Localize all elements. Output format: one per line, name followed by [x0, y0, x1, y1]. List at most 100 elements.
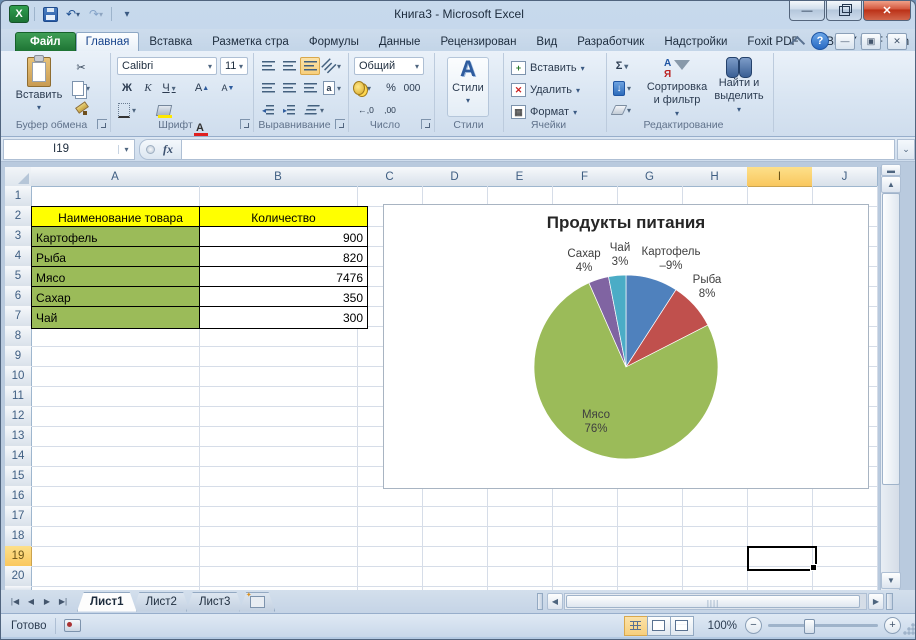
align-left-button[interactable]	[258, 79, 278, 97]
resize-grip[interactable]	[903, 623, 915, 635]
workbook-close-button[interactable]: ✕	[887, 33, 907, 50]
decrease-indent-button[interactable]: ◂	[258, 101, 278, 119]
restore-button[interactable]	[826, 1, 862, 21]
horizontal-scroll-thumb[interactable]: ||||	[566, 595, 860, 608]
vertical-scroll-thumb[interactable]	[882, 193, 900, 485]
row-header-10[interactable]: 10	[5, 366, 32, 387]
scroll-up-button[interactable]: ▲	[881, 176, 901, 193]
grow-font-button[interactable]: А▲	[192, 79, 212, 97]
increase-decimal-button[interactable]: ←,0	[356, 101, 376, 119]
workbook-restore-button[interactable]: ▣	[861, 33, 881, 50]
row-header-20[interactable]: 20	[5, 566, 32, 587]
help-button[interactable]: ?	[811, 32, 829, 50]
sheet-tab-list2[interactable]: Лист2	[133, 592, 190, 612]
row-header-6[interactable]: 6	[5, 286, 32, 307]
copy-button[interactable]	[71, 79, 91, 97]
zoom-out-button[interactable]: −	[745, 617, 762, 634]
sheet-tab-list1[interactable]: Лист1	[77, 592, 137, 612]
column-header-G[interactable]: G	[617, 167, 683, 187]
zoom-in-button[interactable]: +	[884, 617, 901, 634]
tab-developer[interactable]: Разработчик	[567, 32, 654, 51]
alignment-dialog-launcher[interactable]	[335, 119, 345, 129]
row-header-18[interactable]: 18	[5, 526, 32, 547]
table-cell-value[interactable]: 300	[199, 306, 368, 329]
sheet-tab-list3[interactable]: Лист3	[186, 592, 243, 612]
tab-file[interactable]: Файл	[15, 32, 76, 51]
align-bottom-button[interactable]	[300, 57, 320, 75]
autosum-button[interactable]: Σ	[612, 57, 632, 75]
orientation-button[interactable]	[322, 57, 342, 75]
italic-button[interactable]: К	[138, 79, 158, 97]
pie-label-Чай[interactable]: Чай3%	[610, 241, 630, 269]
row-header-16[interactable]: 16	[5, 486, 32, 507]
tab-split-handle[interactable]	[537, 593, 543, 610]
column-header-I[interactable]: I	[747, 167, 813, 187]
font-name-select[interactable]: Calibri	[117, 57, 217, 75]
workbook-minimize-button[interactable]: —	[835, 33, 855, 50]
fx-button[interactable]: fx	[163, 142, 173, 157]
tab-data[interactable]: Данные	[369, 32, 431, 51]
tab-home[interactable]: Главная	[76, 32, 140, 51]
normal-view-button[interactable]	[624, 616, 648, 636]
zoom-slider-thumb[interactable]	[804, 619, 815, 634]
increase-indent-button[interactable]: ▸	[279, 101, 299, 119]
borders-button[interactable]	[117, 101, 137, 119]
insert-sheet-button[interactable]	[239, 592, 275, 612]
row-header-11[interactable]: 11	[5, 386, 32, 407]
fill-button[interactable]: ↓	[612, 79, 632, 97]
next-sheet-button[interactable]: ▶	[39, 593, 55, 610]
zoom-slider-track[interactable]	[768, 624, 878, 627]
row-header-2[interactable]: 2	[5, 206, 32, 227]
name-box[interactable]: I19 ▾	[3, 139, 135, 160]
column-header-D[interactable]: D	[422, 167, 488, 187]
select-all-corner[interactable]	[5, 167, 32, 187]
last-sheet-button[interactable]: ▶|	[55, 593, 71, 610]
row-header-5[interactable]: 5	[5, 266, 32, 287]
row-header-17[interactable]: 17	[5, 506, 32, 527]
insert-cells-button[interactable]: +Вставить▾	[511, 58, 585, 78]
merge-center-button[interactable]: a	[322, 79, 342, 97]
formula-input[interactable]	[182, 139, 895, 160]
font-dialog-launcher[interactable]	[240, 119, 250, 129]
pie-label-Рыба[interactable]: Рыба8%	[693, 273, 722, 301]
macro-record-icon[interactable]	[64, 619, 81, 632]
find-select-button[interactable]: Найти и выделить▾	[710, 57, 768, 116]
active-cell-selection[interactable]	[747, 546, 817, 571]
number-format-select[interactable]: Общий	[354, 57, 424, 75]
row-header-19[interactable]: 19	[5, 546, 32, 567]
row-header-13[interactable]: 13	[5, 426, 32, 447]
decrease-decimal-button[interactable]: ,00	[380, 101, 400, 119]
column-header-J[interactable]: J	[812, 167, 878, 187]
styles-button[interactable]: A Стили ▾	[447, 57, 489, 117]
pie-label-Сахар[interactable]: Сахар4%	[567, 247, 600, 275]
pie-label-Мясо[interactable]: Мясо76%	[582, 408, 610, 436]
clear-button[interactable]	[612, 101, 632, 119]
row-header-1[interactable]: 1	[5, 186, 32, 207]
column-header-B[interactable]: B	[199, 167, 358, 187]
row-header-3[interactable]: 3	[5, 226, 32, 247]
row-header-9[interactable]: 9	[5, 346, 32, 367]
align-center-button[interactable]	[279, 79, 299, 97]
row-header-15[interactable]: 15	[5, 466, 32, 487]
percent-style-button[interactable]: %	[381, 79, 401, 97]
tab-formulas[interactable]: Формулы	[299, 32, 369, 51]
tab-review[interactable]: Рецензирован	[430, 32, 526, 51]
format-painter-button[interactable]	[71, 100, 91, 118]
row-header-8[interactable]: 8	[5, 326, 32, 347]
page-break-view-button[interactable]	[670, 616, 694, 636]
bold-button[interactable]: Ж	[117, 79, 137, 97]
column-header-E[interactable]: E	[487, 167, 553, 187]
expand-formula-bar-button[interactable]: ⌄	[897, 139, 915, 160]
align-middle-button[interactable]	[279, 57, 299, 75]
tab-page-layout[interactable]: Разметка стра	[202, 32, 299, 51]
comma-style-button[interactable]: 000	[402, 79, 422, 97]
column-header-H[interactable]: H	[682, 167, 748, 187]
row-header-12[interactable]: 12	[5, 406, 32, 427]
column-header-F[interactable]: F	[552, 167, 618, 187]
number-dialog-launcher[interactable]	[421, 119, 431, 129]
collapse-ribbon-button[interactable]	[794, 36, 805, 47]
tab-insert[interactable]: Вставка	[139, 32, 202, 51]
minimize-button[interactable]: —	[789, 1, 825, 21]
align-right-button[interactable]	[300, 79, 320, 97]
tab-addins[interactable]: Надстройки	[654, 32, 737, 51]
